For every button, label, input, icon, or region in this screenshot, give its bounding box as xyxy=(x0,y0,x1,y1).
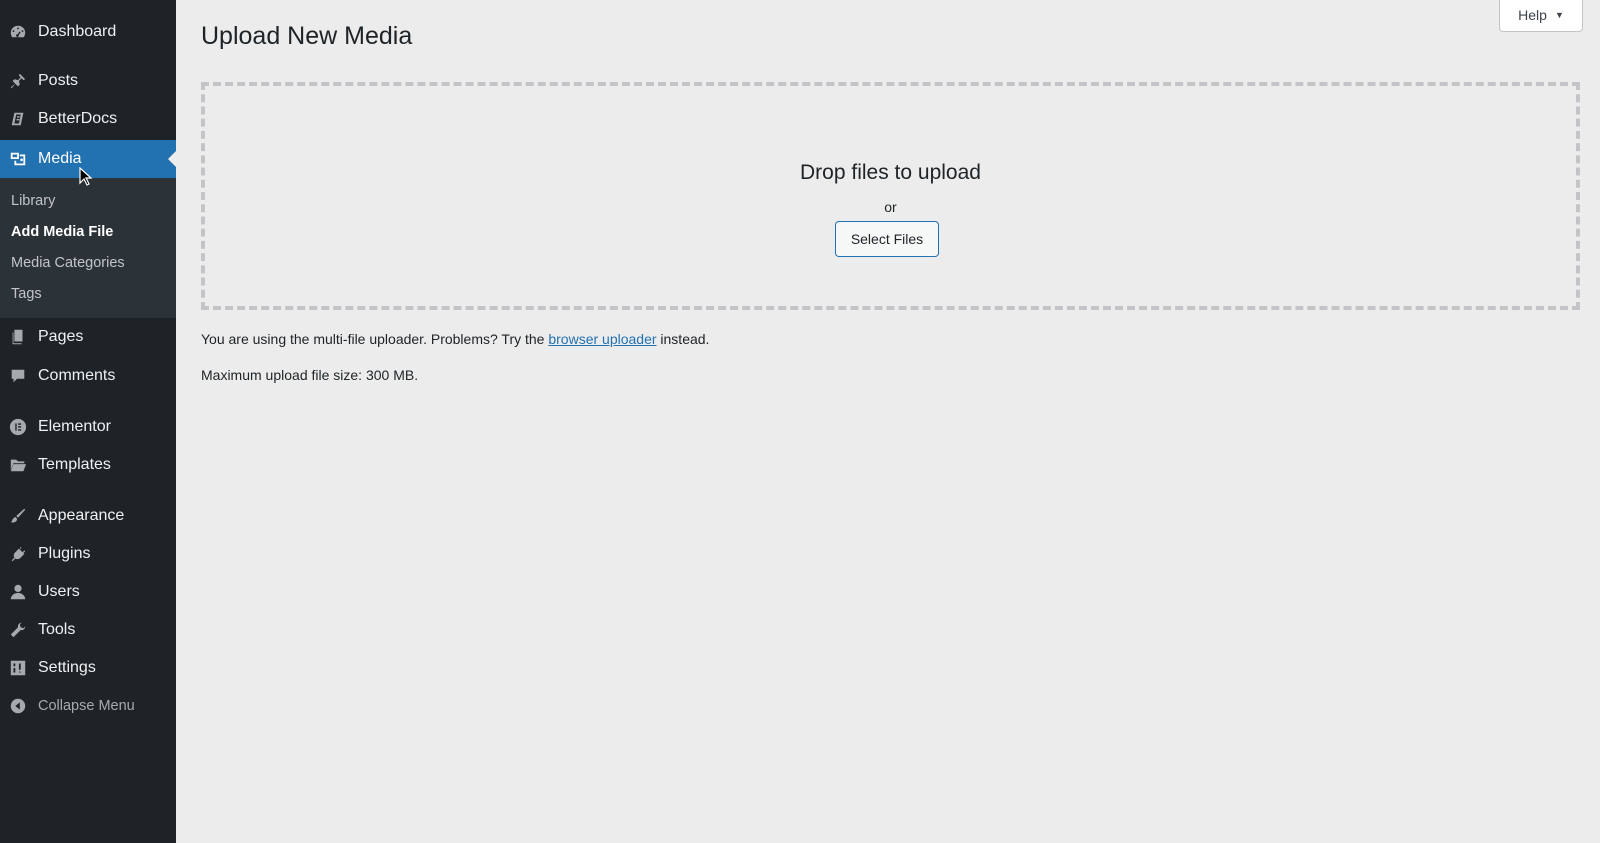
sidebar-item-label: BetterDocs xyxy=(38,110,118,127)
sidebar-item-posts[interactable]: Posts xyxy=(0,62,176,100)
pin-icon xyxy=(8,71,28,91)
sidebar-item-label: Tools xyxy=(38,621,76,638)
settings-icon xyxy=(8,658,28,678)
media-submenu: Library Add Media File Media Categories … xyxy=(0,178,176,318)
sidebar-item-pages[interactable]: Pages xyxy=(0,318,176,356)
elementor-icon xyxy=(8,417,28,437)
dashboard-icon xyxy=(8,22,28,42)
sidebar-item-settings[interactable]: Settings xyxy=(0,649,176,687)
select-files-button[interactable]: Select Files xyxy=(835,221,939,257)
drop-files-text: Drop files to upload xyxy=(800,161,981,184)
main-content: Upload New Media Help ▼ Drop files to up… xyxy=(176,0,1600,843)
sidebar-item-label: Posts xyxy=(38,72,79,89)
comment-icon xyxy=(8,366,28,386)
submenu-item-tags[interactable]: Tags xyxy=(11,286,42,302)
docs-icon xyxy=(8,109,28,129)
plug-icon xyxy=(8,544,28,564)
sidebar-item-label: Users xyxy=(38,583,80,600)
or-text: or xyxy=(884,199,897,215)
uploader-note-text-end: instead. xyxy=(656,331,710,347)
sidebar-item-label: Settings xyxy=(38,659,96,676)
uploader-note-text: You are using the multi-file uploader. P… xyxy=(201,331,549,347)
sidebar-item-plugins[interactable]: Plugins xyxy=(0,535,176,573)
sidebar-item-comments[interactable]: Comments xyxy=(0,357,176,395)
submenu-item-library[interactable]: Library xyxy=(11,193,55,209)
sidebar-item-label: Elementor xyxy=(38,418,111,435)
sidebar-item-templates[interactable]: Templates xyxy=(0,446,176,484)
submenu-item-media-categories[interactable]: Media Categories xyxy=(11,255,125,271)
sidebar-item-label: Appearance xyxy=(38,507,125,524)
help-label: Help xyxy=(1518,7,1547,23)
sidebar-item-users[interactable]: Users xyxy=(0,573,176,611)
sidebar-item-label: Media xyxy=(38,150,82,167)
brush-icon xyxy=(8,506,28,526)
sidebar-item-label: Plugins xyxy=(38,545,91,562)
browser-uploader-link[interactable]: browser uploader xyxy=(548,331,656,347)
admin-sidebar: Dashboard Posts BetterDocs Media Library… xyxy=(0,0,176,843)
sidebar-item-elementor[interactable]: Elementor xyxy=(0,408,176,446)
submenu-item-add-media-file[interactable]: Add Media File xyxy=(11,224,113,240)
caret-down-icon: ▼ xyxy=(1554,10,1564,20)
sidebar-item-tools[interactable]: Tools xyxy=(0,611,176,649)
help-button[interactable]: Help ▼ xyxy=(1499,0,1583,32)
page-title: Upload New Media xyxy=(201,22,413,50)
max-upload-size: Maximum upload file size: 300 MB. xyxy=(201,367,419,383)
sidebar-item-label: Comments xyxy=(38,367,116,384)
drop-files-area[interactable]: Drop files to upload or Select Files xyxy=(201,82,1580,310)
sidebar-item-label: Dashboard xyxy=(38,23,117,40)
collapse-menu-button[interactable]: Collapse Menu xyxy=(0,687,176,725)
mouse-cursor-icon xyxy=(79,167,93,186)
active-indicator-arrow xyxy=(168,151,176,167)
folder-icon xyxy=(8,455,28,475)
sidebar-item-betterdocs[interactable]: BetterDocs xyxy=(0,100,176,138)
user-icon xyxy=(8,582,28,602)
sidebar-item-dashboard[interactable]: Dashboard xyxy=(0,13,176,51)
wrench-icon xyxy=(8,620,28,640)
sidebar-item-label: Templates xyxy=(38,456,111,473)
sidebar-item-appearance[interactable]: Appearance xyxy=(0,497,176,535)
collapse-icon xyxy=(8,696,28,716)
pages-icon xyxy=(8,327,28,347)
collapse-menu-label: Collapse Menu xyxy=(38,698,135,714)
uploader-note: You are using the multi-file uploader. P… xyxy=(201,331,709,347)
sidebar-item-label: Pages xyxy=(38,328,84,345)
media-icon xyxy=(8,149,28,169)
